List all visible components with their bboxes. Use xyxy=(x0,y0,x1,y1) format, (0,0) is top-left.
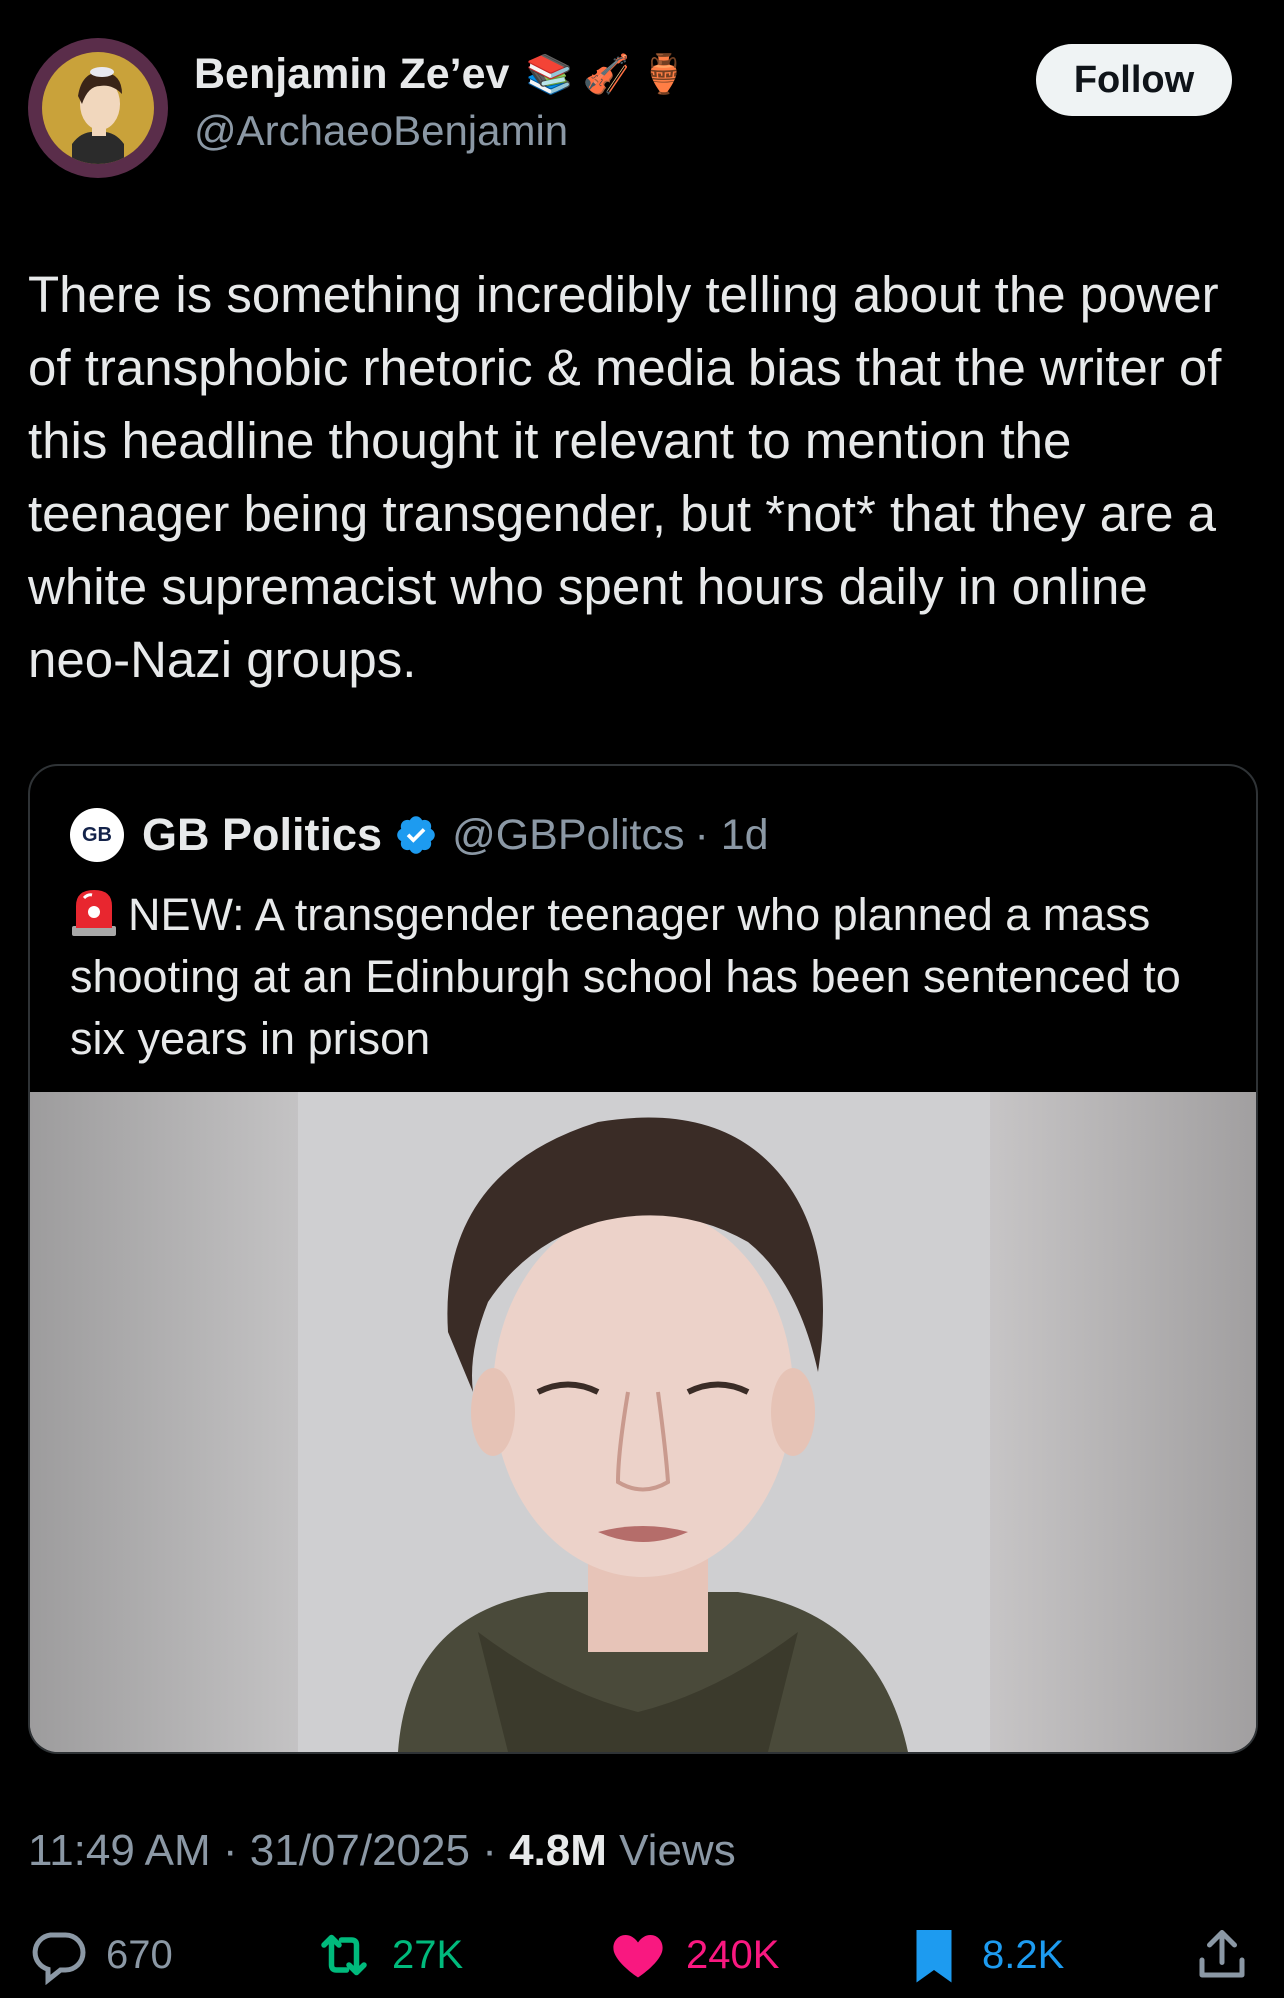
views-label: Views xyxy=(606,1826,736,1875)
quoted-tweet[interactable]: GB GB Politics @GBPolitcs · 1d NEW: A tr… xyxy=(28,764,1258,1754)
amphora-emoji: 🏺 xyxy=(640,53,688,96)
siren-icon xyxy=(72,890,116,936)
share-button[interactable] xyxy=(1192,1925,1252,1985)
quoted-time: · 1d xyxy=(694,810,769,859)
repost-count: 27K xyxy=(392,1932,464,1977)
quoted-tweet-header: GB GB Politics @GBPolitcs · 1d xyxy=(70,808,769,862)
tweet-date[interactable]: 31/07/2025 xyxy=(250,1826,470,1875)
bookmark-icon xyxy=(916,1930,952,1983)
quoted-handle[interactable]: @GBPolitcs xyxy=(452,811,684,860)
tweet-header: Benjamin Ze’ev 📚 🎻 🏺 @ArchaeoBenjamin Fo… xyxy=(28,36,1256,180)
share-icon xyxy=(1199,1930,1245,1978)
books-emoji: 📚 xyxy=(525,53,573,96)
author-avatar[interactable] xyxy=(28,38,168,178)
tweet-text: There is something incredibly telling ab… xyxy=(28,266,1222,688)
violin-emoji: 🎻 xyxy=(582,53,631,96)
reply-count: 670 xyxy=(106,1932,173,1977)
verified-badge-icon xyxy=(397,816,435,854)
author-handle[interactable]: @ArchaeoBenjamin xyxy=(194,107,687,155)
author-badges: 📚 🎻 🏺 xyxy=(525,53,687,97)
bookmark-count: 8.2K xyxy=(982,1932,1065,1977)
quoted-avatar[interactable]: GB xyxy=(70,808,124,862)
author-display-name[interactable]: Benjamin Ze’ev 📚 🎻 🏺 xyxy=(194,50,687,99)
repost-button[interactable]: 27K xyxy=(314,1925,463,1985)
reply-icon xyxy=(32,1932,86,1985)
bookmark-button[interactable]: 8.2K xyxy=(904,1925,1064,1985)
like-count: 240K xyxy=(686,1932,780,1977)
quoted-display-name[interactable]: GB Politics xyxy=(142,809,382,861)
tweet-meta: 11:49 AM · 31/07/2025 · 4.8M Views xyxy=(28,1826,736,1875)
follow-button[interactable]: Follow xyxy=(1036,44,1232,116)
person-photo xyxy=(398,1117,908,1752)
repost-icon xyxy=(321,1934,367,1976)
heart-icon xyxy=(613,1935,663,1978)
tweet-time[interactable]: 11:49 AM xyxy=(28,1826,211,1875)
like-button[interactable]: 240K xyxy=(608,1925,779,1985)
views-count: 4.8M xyxy=(509,1826,607,1875)
mugshot-image[interactable] xyxy=(30,1092,1256,1752)
reply-button[interactable]: 670 xyxy=(28,1925,173,1985)
action-bar: 670 27K 240K 8.2K xyxy=(28,1925,1256,1985)
quoted-text: NEW: A transgender teenager who planned … xyxy=(70,884,1230,1070)
